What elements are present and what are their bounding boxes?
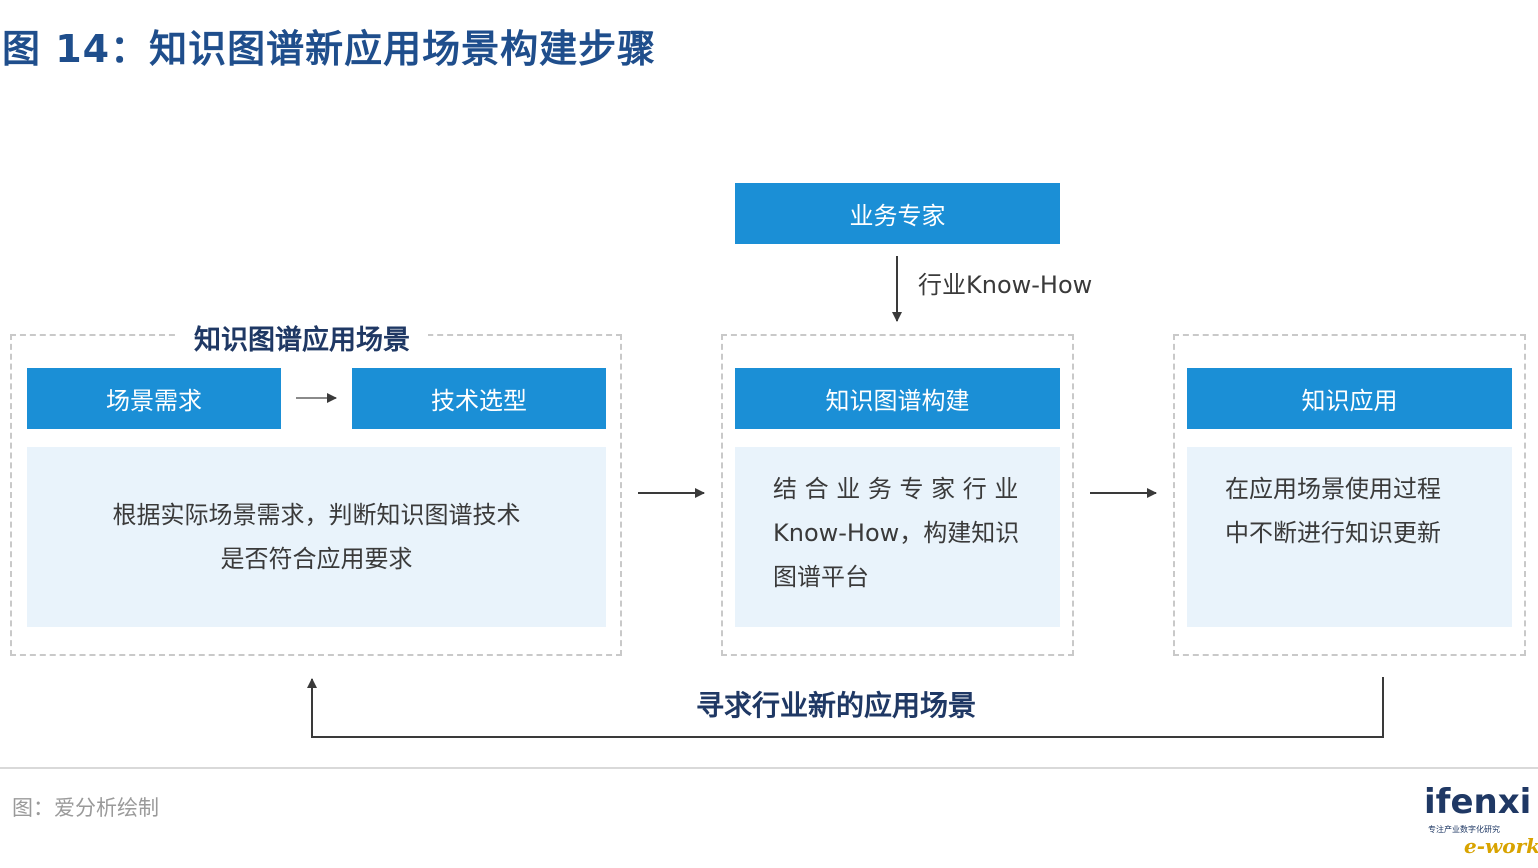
eworks-watermark: e-works <box>1464 834 1538 858</box>
source-note: 图：爱分析绘制 <box>12 796 159 820</box>
connector-arrows <box>296 256 1384 738</box>
feedback-loop-label: 寻求行业新的应用场景 <box>696 689 977 722</box>
logo-wordmark: ifenxi <box>1424 782 1532 822</box>
ifenxi-logo: ifenxi 专注产业数字化研究 e-works <box>1424 782 1538 862</box>
footer-divider <box>0 767 1538 769</box>
